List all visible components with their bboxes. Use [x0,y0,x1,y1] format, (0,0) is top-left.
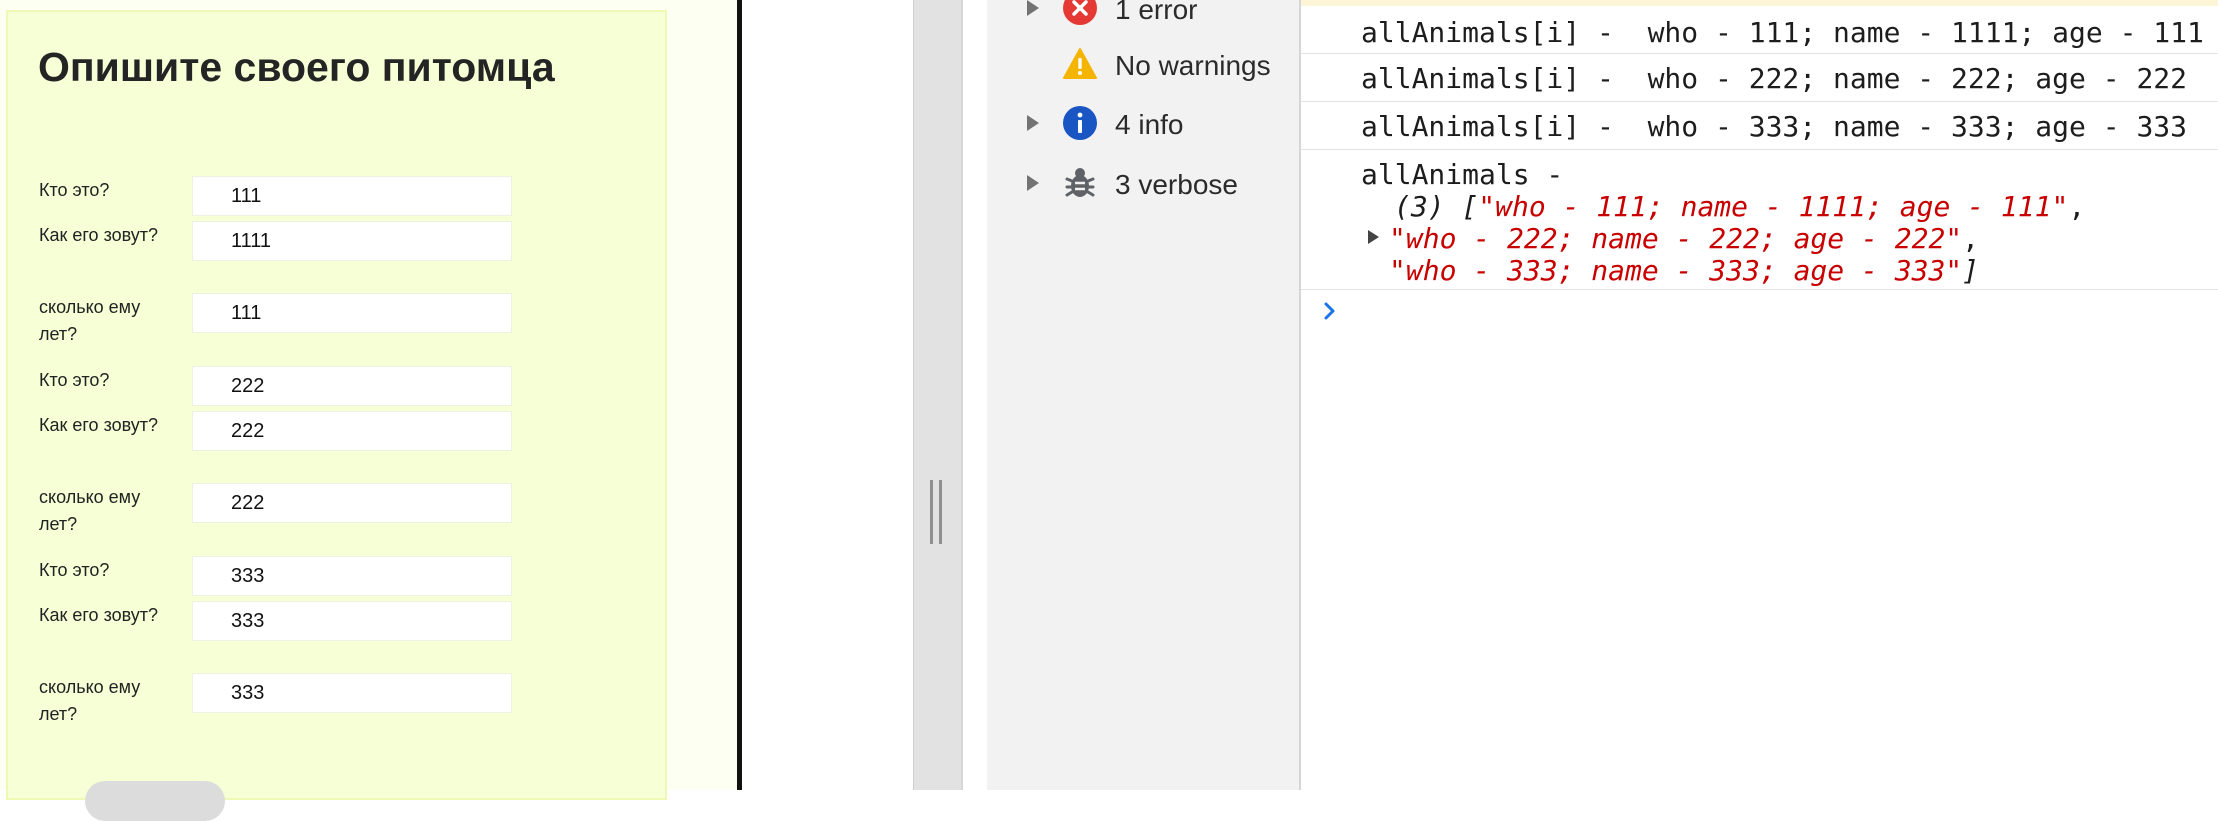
sidebar-panel: 1 error No warnings 4 info 3 verbose [987,0,1299,790]
resize-handle[interactable] [930,480,942,544]
form-title: Опишите своего питомца [38,44,555,90]
age-input[interactable] [192,673,512,713]
array-log-first-line: (3) ["who - 111; name - 1111; age - 111"… [1394,190,2086,223]
name-input[interactable] [192,601,512,641]
age-input[interactable] [192,483,512,523]
type-input[interactable] [192,556,512,596]
console-message: allAnimals[i] - who - 333; name - 333; a… [1301,102,2218,150]
age-input[interactable] [192,293,512,333]
field-label-type: Кто это? [39,180,110,200]
array-count: (3) [1394,190,1445,223]
sidebar-item-label: 3 verbose [1115,169,1238,200]
field-label-name: Как его зовут? [39,605,159,625]
sidebar-item-verbose[interactable]: 3 verbose [987,155,1303,211]
expand-arrow-icon[interactable] [1027,175,1039,191]
console-message-array: allAnimals - (3) ["who - 111; name - 111… [1301,150,2218,290]
type-input[interactable] [192,366,512,406]
bug-icon [1065,168,1095,197]
array-open-bracket: [ [1461,190,1479,223]
sidebar-item-warnings[interactable]: No warnings [987,36,1303,92]
console-message: allAnimals[i] - who - 222; name - 222; a… [1301,54,2218,102]
page-divider [737,0,742,790]
array-item: "who - 111; name - 1111; age - 111" [1478,190,2069,223]
type-input[interactable] [192,176,512,216]
submit-button[interactable] [85,781,225,821]
field-label-age: сколько ему лет? [39,297,141,344]
field-label-age: сколько ему лет? [39,677,141,724]
field-label-type: Кто это? [39,370,110,390]
console-message-text: allAnimals[i] - who - 111; name - 1111; … [1361,16,2204,49]
error-icon [1063,0,1097,25]
sidebar-item-info[interactable]: 4 info [987,95,1303,151]
field-label-name: Как его зовут? [39,415,159,435]
console-message-text: allAnimals[i] - who - 333; name - 333; a… [1361,110,2188,143]
console-message-text: allAnimals[i] - who - 222; name - 222; a… [1361,62,2188,95]
warning-icon [1063,48,1097,79]
sidebar-item-errors[interactable]: 1 error [987,0,1303,36]
sidebar-item-label: No warnings [1115,50,1271,81]
array-log-head: allAnimals - [1361,158,1564,191]
array-item: "who - 222; name - 222; age - 222" [1389,222,1963,255]
name-input[interactable] [192,411,512,451]
array-log-second-line: "who - 222; name - 222; age - 222", [1389,222,1980,255]
name-input[interactable] [192,221,512,261]
field-label-name: Как его зовут? [39,225,159,245]
array-close-bracket: ] [1962,254,1980,287]
info-icon [1063,106,1097,140]
chevron-right-icon[interactable] [1323,300,1337,322]
array-log-third-line: "who - 333; name - 333; age - 333"] [1389,254,1979,287]
devtools-drawer-gutter [913,0,961,790]
expand-arrow-icon[interactable] [1027,0,1039,16]
field-label-age: сколько ему лет? [39,487,141,534]
console-message: allAnimals[i] - who - 111; name - 1111; … [1301,6,2218,54]
expand-arrow-icon[interactable] [1027,115,1039,131]
sidebar-item-label: 4 info [1115,109,1184,140]
array-item: "who - 333; name - 333; age - 333" [1389,254,1963,287]
expand-array-icon[interactable] [1368,230,1379,244]
console-sidebar: 1 error No warnings 4 info 3 verbose [961,0,1301,790]
field-label-type: Кто это? [39,560,110,580]
sidebar-item-label: 1 error [1115,0,1198,25]
